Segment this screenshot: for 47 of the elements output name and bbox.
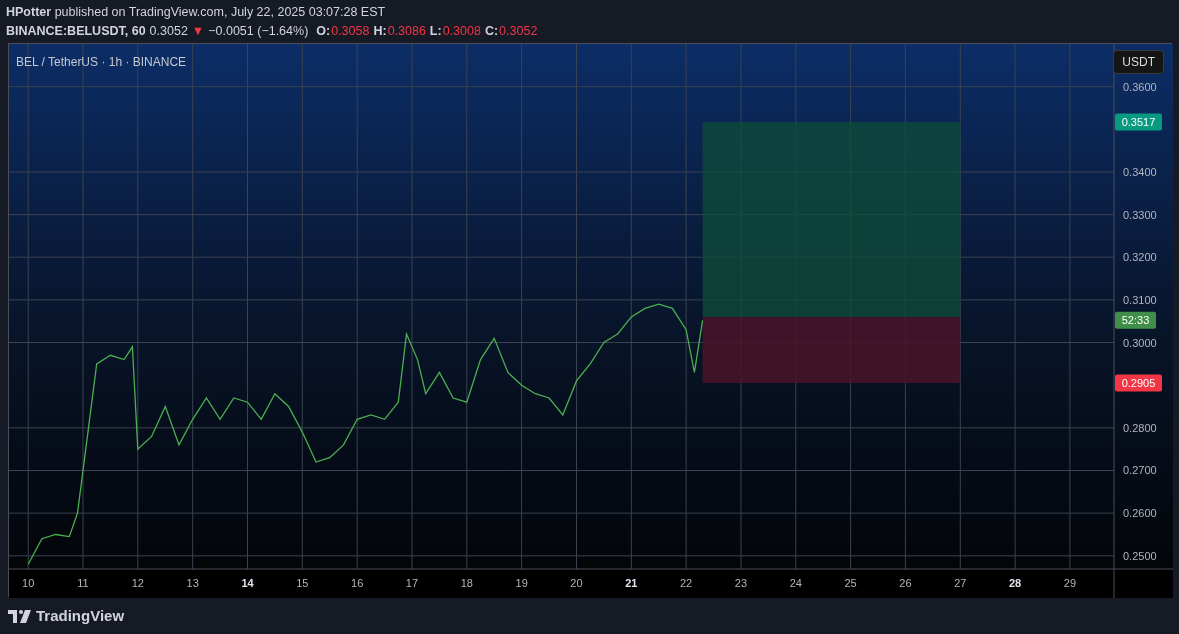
time-axis-label: 18 [460, 577, 473, 589]
time-axis-label: 21 [625, 577, 638, 589]
time-axis-label: 12 [131, 577, 144, 589]
symbol-label: BINANCE:BELUSDT, 60 [6, 23, 146, 40]
price-axis-label: 0.2800 [1123, 421, 1157, 434]
time-axis-label: 26 [899, 577, 912, 589]
price-axis-label: 0.3400 [1123, 165, 1157, 178]
ohlc-value: 0.3052 [499, 23, 538, 40]
currency-button[interactable]: USDT [1113, 50, 1164, 74]
price-axis-label: 0.3300 [1123, 208, 1157, 221]
time-axis-label: 15 [296, 577, 309, 589]
time-axis-label: 27 [954, 577, 967, 589]
ohlc-label: O: [316, 23, 331, 40]
time-axis-label: 14 [241, 577, 254, 589]
publish-info: HPotter published on TradingView.com, July 22, 2025 03:07:28 EST [6, 4, 387, 21]
ohlc-label: H: [373, 23, 387, 40]
time-axis-label: 23 [734, 577, 748, 589]
time-axis-label: 20 [570, 577, 583, 589]
time-axis-label: 24 [789, 577, 802, 589]
time-axis-label: 29 [1063, 577, 1077, 589]
time-axis-label: 16 [351, 577, 364, 589]
time-axis-label: 25 [844, 577, 857, 589]
price-axis-label: 0.3000 [1123, 336, 1157, 349]
price-axis-label: 0.2700 [1123, 464, 1157, 477]
time-axis-label: 10 [22, 577, 35, 589]
time-axis-label: 28 [1008, 577, 1022, 589]
price-axis-label: 0.3100 [1123, 293, 1157, 306]
chart-legend: BEL / TetherUS · 1h · BINANCE [16, 53, 187, 71]
ohlc-value: 0.3058 [331, 23, 370, 40]
logo-icon [8, 609, 32, 623]
time-axis-label: 11 [77, 577, 89, 589]
logo-text: TradingView [36, 606, 125, 626]
ohlc-value: 0.3008 [442, 23, 481, 40]
time-axis-label: 17 [405, 577, 419, 589]
ohlc-label: L: [429, 23, 442, 40]
ohlc-label: C: [484, 23, 499, 40]
time-axis-label: 19 [515, 577, 528, 589]
price-change: −0.0051 (−1.64%) [208, 23, 309, 40]
down-arrow-icon: ▼ [191, 22, 205, 41]
time-axis-label: 22 [680, 577, 693, 589]
price-axis-label: 0.3600 [1123, 80, 1157, 93]
time-axis-label: 13 [186, 577, 199, 589]
ohlc-value: 0.3086 [387, 23, 426, 40]
last-price: 0.3052 [149, 23, 188, 40]
price-axis-label: 0.2500 [1123, 549, 1157, 562]
price-axis-label: 0.2600 [1123, 507, 1157, 520]
price-axis-label: 0.3200 [1123, 251, 1157, 264]
